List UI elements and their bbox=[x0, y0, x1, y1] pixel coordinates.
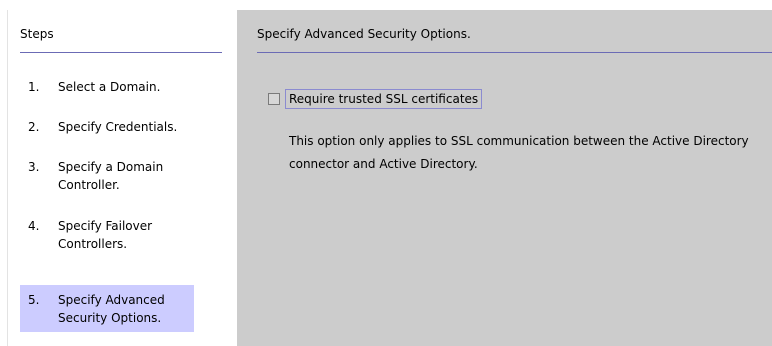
step-item-4[interactable]: 4. Specify Failover Controllers. bbox=[20, 211, 194, 258]
title-divider bbox=[257, 52, 772, 53]
step-item-1[interactable]: 1. Select a Domain. bbox=[20, 72, 194, 101]
steps-divider bbox=[20, 52, 222, 53]
step-item-3[interactable]: 3. Specify a Domain Controller. bbox=[20, 152, 194, 199]
step-label: Specify Credentials. bbox=[58, 120, 178, 134]
step-item-2[interactable]: 2. Specify Credentials. bbox=[20, 112, 194, 141]
main-panel: Specify Advanced Security Options. Requi… bbox=[237, 10, 772, 346]
require-ssl-checkbox[interactable] bbox=[268, 93, 280, 105]
ssl-help-text: This option only applies to SSL communic… bbox=[289, 134, 749, 171]
step-item-5-current[interactable]: 5. Specify Advanced Security Options. bbox=[20, 285, 194, 332]
step-number: 4. bbox=[28, 219, 40, 233]
page-title: Specify Advanced Security Options. bbox=[257, 27, 471, 41]
step-number: 3. bbox=[28, 160, 40, 174]
step-label: Specify Advanced Security Options. bbox=[58, 293, 165, 325]
step-label: Specify Failover Controllers. bbox=[58, 219, 153, 251]
step-label: Specify a Domain Controller. bbox=[58, 160, 164, 192]
steps-header: Steps bbox=[20, 27, 54, 41]
require-ssl-label[interactable]: Require trusted SSL certificates bbox=[285, 89, 483, 109]
step-number: 2. bbox=[28, 120, 40, 134]
step-label: Select a Domain. bbox=[58, 80, 161, 94]
step-number: 5. bbox=[28, 293, 40, 307]
step-number: 1. bbox=[28, 80, 40, 94]
